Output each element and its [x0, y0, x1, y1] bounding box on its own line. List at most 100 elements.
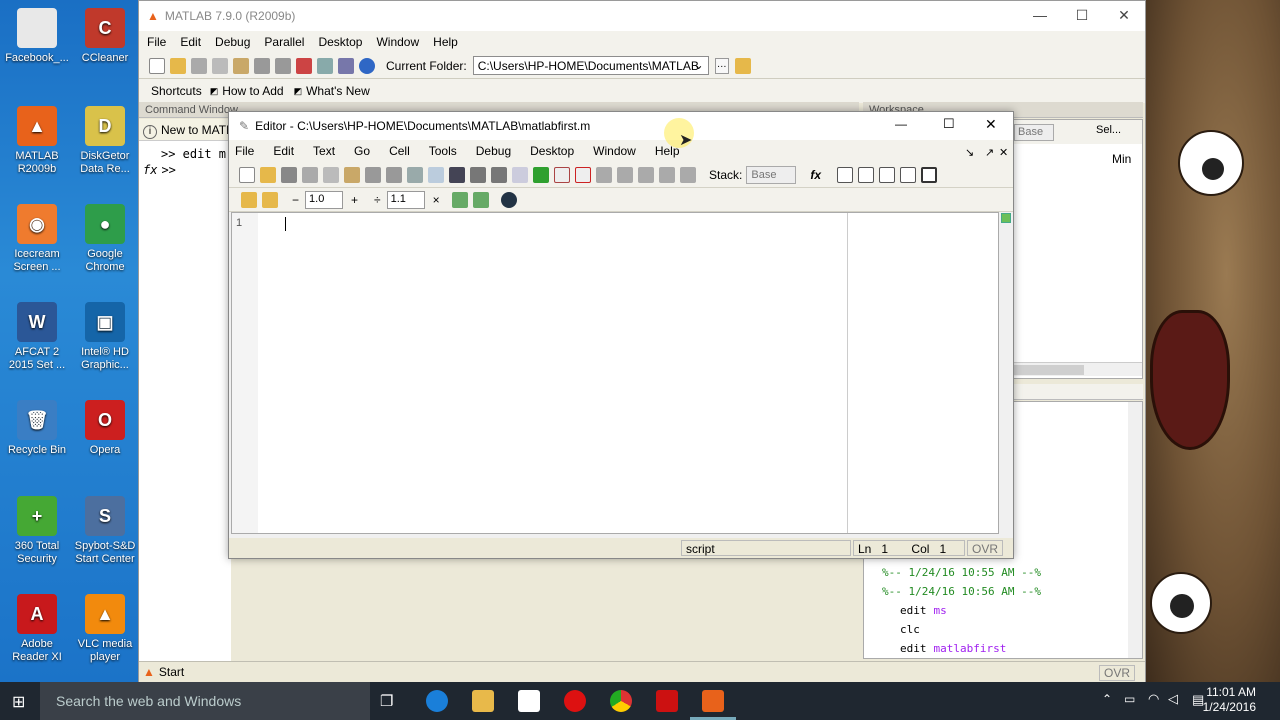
desktop-icon[interactable]: ▲ MATLAB R2009b	[2, 106, 72, 176]
undock-icon[interactable]: ↘	[965, 146, 974, 159]
shortcut-whats-new[interactable]: What's New	[306, 84, 370, 98]
windows-start-icon[interactable]: ⊞	[12, 692, 25, 712]
history-item[interactable]: edit ms	[872, 604, 1041, 623]
new-to-matlab-bar[interactable]: i New to MATLAB	[139, 119, 231, 141]
dock-icon[interactable]: ↗	[985, 146, 994, 159]
editor-close-button[interactable]: ✕	[985, 116, 997, 133]
step-in-icon[interactable]	[617, 166, 633, 183]
breakpoint-set-icon[interactable]	[554, 166, 570, 183]
profiler-icon[interactable]	[338, 57, 354, 74]
new-file-icon[interactable]	[149, 57, 165, 74]
desktop-icon[interactable]: C CCleaner	[70, 8, 140, 65]
file-explorer-icon[interactable]	[472, 690, 494, 712]
desktop-icon[interactable]: ▲ VLC media player	[70, 594, 140, 664]
editor-menu-window[interactable]: Window	[593, 144, 636, 158]
editor-menu-tools[interactable]: Tools	[429, 144, 457, 158]
forward-arrow-icon[interactable]	[491, 166, 507, 183]
shortcuts-label[interactable]: Shortcuts	[151, 84, 202, 98]
matlab-taskbar-icon[interactable]	[702, 690, 724, 712]
close-button[interactable]: ✕	[1109, 7, 1139, 24]
desktop-icon[interactable]: 🗑 Recycle Bin	[2, 400, 72, 457]
history-item[interactable]: clc	[872, 623, 1041, 642]
guide-icon[interactable]	[317, 57, 333, 74]
desktop-icon[interactable]: O Opera	[70, 400, 140, 457]
editor-menu-text[interactable]: Text	[313, 144, 335, 158]
tray-chevron-icon[interactable]: ⌃	[1102, 692, 1112, 706]
cell-mode-icon[interactable]	[451, 191, 468, 208]
undo-icon[interactable]	[365, 166, 381, 183]
publish-icon[interactable]	[428, 166, 444, 183]
help-icon[interactable]	[359, 57, 375, 74]
fx-icon[interactable]: fx	[810, 168, 821, 182]
menu-parallel[interactable]: Parallel	[264, 35, 304, 49]
volume-icon[interactable]: ◁	[1168, 691, 1178, 707]
decrement-button[interactable]: −	[292, 193, 299, 207]
cell-value-1[interactable]: 1.0	[305, 190, 344, 209]
menu-window[interactable]: Window	[376, 35, 419, 49]
paste-icon[interactable]	[233, 57, 249, 74]
info-icon[interactable]	[500, 191, 517, 208]
editor-menu-debug[interactable]: Debug	[476, 144, 511, 158]
back-arrow-icon[interactable]	[470, 166, 486, 183]
function-icon[interactable]	[512, 166, 528, 183]
cell-mode-off-icon[interactable]	[472, 191, 489, 208]
desktop-icon[interactable]: ◉ Icecream Screen ...	[2, 204, 72, 274]
history-item[interactable]: edit matlabfirst	[872, 642, 1041, 661]
editor-maximize-button[interactable]: ☐	[943, 116, 955, 132]
new-file-icon[interactable]	[239, 166, 255, 183]
editor-menu-desktop[interactable]: Desktop	[530, 144, 574, 158]
editor-title-bar[interactable]: ✎ Editor - C:\Users\HP-HOME\Documents\MA…	[229, 112, 1013, 140]
layout-split-horizontal-icon[interactable]	[879, 166, 896, 183]
multiply-button[interactable]: ×	[433, 193, 440, 207]
minimize-button[interactable]: —	[1025, 7, 1055, 23]
step-out-icon[interactable]	[638, 166, 654, 183]
maximize-button[interactable]: ☐	[1067, 7, 1097, 24]
editor-minimize-button[interactable]: —	[895, 117, 907, 131]
desktop-icon[interactable]: W AFCAT 2 2015 Set ...	[2, 302, 72, 372]
desktop-icon[interactable]: D DiskGetor Data Re...	[70, 106, 140, 176]
desktop-icon[interactable]: ▣ Intel® HD Graphic...	[70, 302, 140, 372]
breakpoint-clear-icon[interactable]	[575, 166, 591, 183]
redo-icon[interactable]	[386, 166, 402, 183]
workspace-col-min[interactable]: Min	[1112, 152, 1131, 166]
copy-icon[interactable]	[212, 57, 228, 74]
cut-icon[interactable]	[191, 57, 207, 74]
history-item[interactable]: %-- 1/24/16 10:56 AM --%	[872, 585, 1041, 604]
menu-desktop[interactable]: Desktop	[318, 35, 362, 49]
undo-icon[interactable]	[254, 57, 270, 74]
browse-folder-button[interactable]: …	[714, 57, 729, 74]
code-analyzer-indicator[interactable]	[1001, 213, 1011, 223]
history-item[interactable]: %-- 1/24/16 10:55 AM --%	[872, 566, 1041, 585]
cut-icon[interactable]	[302, 166, 318, 183]
taskbar-search[interactable]: Search the web and Windows	[40, 682, 370, 720]
save-icon[interactable]	[281, 166, 297, 183]
opera-icon[interactable]	[564, 690, 586, 712]
store-icon[interactable]	[518, 690, 540, 712]
redo-icon[interactable]	[275, 57, 291, 74]
layout-maximize-icon[interactable]	[921, 166, 938, 183]
editor-menu-cell[interactable]: Cell	[389, 144, 410, 158]
eval-cell-advance-icon[interactable]	[262, 191, 278, 208]
layout-split-vertical-icon[interactable]	[858, 166, 875, 183]
history-vscrollbar[interactable]	[1128, 402, 1142, 658]
workspace-stack-select[interactable]: Base	[1014, 124, 1054, 141]
task-view-icon[interactable]: ❐	[380, 692, 393, 710]
open-folder-icon[interactable]	[260, 166, 276, 183]
desktop-icon[interactable]: ● Google Chrome	[70, 204, 140, 274]
menu-edit[interactable]: Edit	[180, 35, 201, 49]
command-window[interactable]: i New to MATLAB >> edit m fx>>	[139, 119, 231, 665]
open-folder-icon[interactable]	[170, 57, 186, 74]
cell-value-2[interactable]: 1.1	[386, 190, 425, 209]
print-icon[interactable]	[407, 166, 423, 183]
start-button[interactable]: ▲ Start	[143, 665, 184, 679]
desktop-icon[interactable]: A Adobe Reader XI	[2, 594, 72, 664]
code-editor[interactable]: 1	[231, 212, 999, 534]
panel-close-icon[interactable]: ✕	[999, 146, 1008, 159]
layout-float-icon[interactable]	[900, 166, 917, 183]
eval-cell-icon[interactable]	[241, 191, 257, 208]
menu-debug[interactable]: Debug	[215, 35, 250, 49]
battery-icon[interactable]: ▭	[1124, 692, 1135, 706]
workspace-select-button[interactable]: Sel...	[1096, 124, 1121, 136]
layout-grid-icon[interactable]	[837, 166, 854, 183]
edge-icon[interactable]	[426, 690, 448, 712]
